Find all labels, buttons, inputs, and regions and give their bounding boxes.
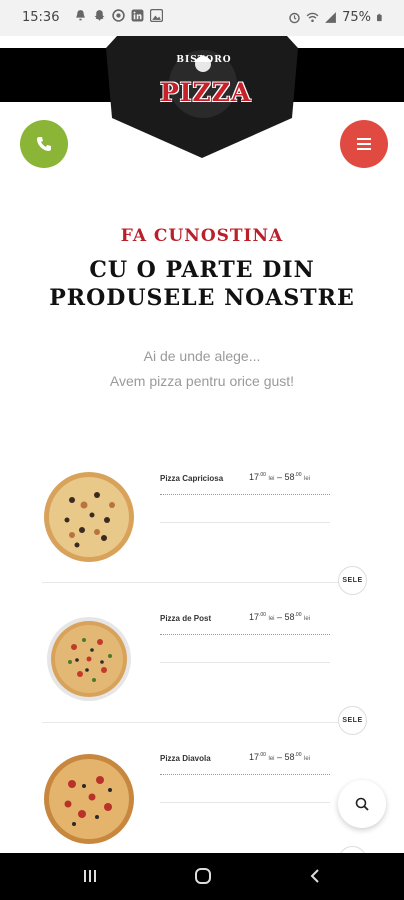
pizza-image[interactable] [42,470,136,564]
product-name[interactable]: Pizza Diavola [160,754,211,763]
recents-icon [84,870,96,882]
call-button[interactable] [20,120,68,168]
menu-button[interactable] [340,120,388,168]
product-name[interactable]: Pizza de Post [160,614,211,623]
search-button[interactable] [338,780,386,828]
divider [160,634,330,635]
recents-button[interactable] [75,863,105,889]
select-options-button[interactable]: SELE [338,706,367,735]
product-price: 17.00 lei – 58.00 lei [249,752,311,762]
section-headline: CU O PARTE DIN PRODUSELE NOASTRE [20,256,384,312]
section-kicker: FA CUNOSTINA [120,226,284,246]
logo-top-text: BISTORO [176,55,232,65]
subtitle-line-1: Ai de unde alege... [143,348,261,364]
search-icon [355,797,369,811]
headline-line-2: PRODUSELE NOASTRE [49,285,355,311]
subtitle-line-2: Avem pizza pentru orice gust! [109,373,295,389]
android-nav-bar [0,853,404,900]
divider [42,722,342,723]
product-price: 17.00 lei – 58.00 lei [249,612,311,622]
divider [42,582,342,583]
pizza-image[interactable] [42,612,136,706]
hamburger-menu-icon [357,138,371,150]
product-card[interactable]: Pizza de Post 17.00 lei – 58.00 lei SELE [0,600,404,740]
home-button[interactable] [188,863,218,889]
phone-icon [37,137,51,151]
select-options-button[interactable]: SELE [338,566,367,595]
logo[interactable]: PIZZA [160,78,250,107]
headline-line-1: CU O PARTE DIN [89,257,315,283]
divider [160,802,330,803]
back-button[interactable] [300,863,330,889]
product-card[interactable]: Pizza Capriciosa 17.00 lei – 58.00 lei S… [0,460,404,600]
divider [160,662,330,663]
product-name[interactable]: Pizza Capriciosa [160,474,223,483]
back-icon [310,869,319,883]
home-icon [195,868,211,884]
product-price: 17.00 lei – 58.00 lei [249,472,311,482]
divider [160,522,330,523]
pizza-image[interactable] [42,752,136,846]
divider [160,494,330,495]
divider [160,774,330,775]
